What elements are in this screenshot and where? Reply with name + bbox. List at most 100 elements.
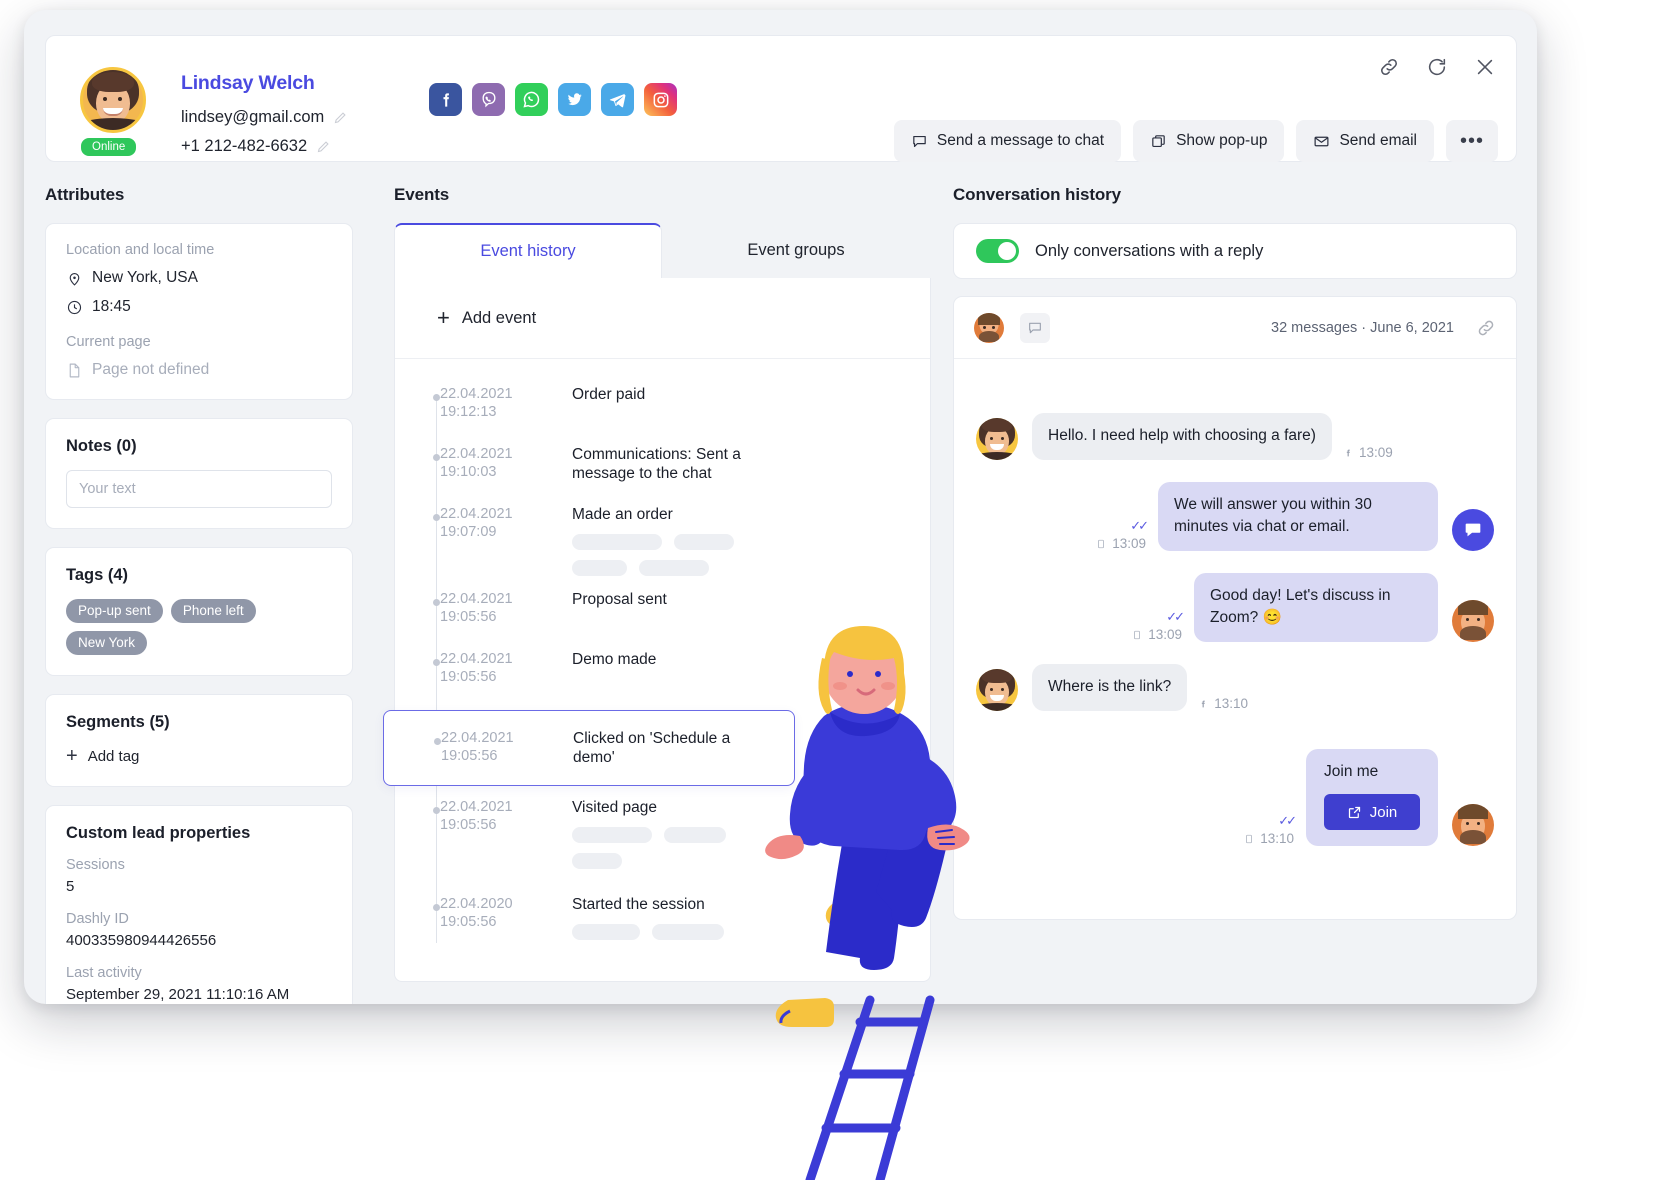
contact-avatar[interactable]: Online	[79, 67, 146, 158]
placeholder-bar	[572, 560, 627, 576]
message-time: 13:10	[1260, 831, 1294, 846]
header-actions: Send a message to chat Show pop-up Send …	[893, 120, 1498, 162]
event-title: Made an order	[572, 506, 673, 523]
join-button[interactable]: Join	[1324, 794, 1420, 830]
tag-chip[interactable]: Pop-up sent	[66, 599, 163, 623]
timeline-dot	[433, 514, 440, 521]
event-title: Demo made	[572, 651, 657, 668]
facebook-icon	[1202, 700, 1206, 707]
screenshot-root: Online Lindsay Welch lindsey@gmail.com +…	[0, 0, 1665, 1184]
message-time: 13:09	[1112, 536, 1146, 551]
placeholder-bar	[572, 924, 640, 940]
tag-chip[interactable]: Phone left	[170, 599, 256, 623]
custom-lead-properties-title: Custom lead properties	[66, 824, 251, 842]
event-title: Communications: Sent a message to the ch…	[572, 446, 741, 482]
tags-title: Tags (4)	[66, 566, 129, 584]
telegram-icon[interactable]	[601, 83, 634, 116]
male-avatar	[1452, 600, 1494, 642]
events-timeline: 22.04.2021 19:12:13 Order paid 22.04.2021…	[383, 359, 930, 981]
placeholder-bar	[639, 560, 709, 576]
event-row[interactable]: 22.04.2021 19:07:09 Made an order	[395, 505, 930, 576]
event-row[interactable]: 22.04.2021 19:12:13 Order paid	[395, 385, 930, 441]
segments-title: Segments (5)	[66, 713, 170, 731]
attributes-column: Attributes Location and local time New Y…	[45, 185, 353, 1004]
custom-lead-properties-card: Custom lead properties Sessions 5 Dashly…	[45, 805, 353, 1004]
only-with-reply-toggle[interactable]	[976, 239, 1019, 263]
timeline-dot	[433, 454, 440, 461]
show-popup-button[interactable]: Show pop-up	[1133, 120, 1285, 162]
add-tag-button[interactable]: + Add tag	[66, 746, 332, 766]
conversation-header: 32 messages · June 6, 2021	[954, 297, 1516, 359]
message-bubble: Hello. I need help with choosing a fare)	[1032, 413, 1332, 460]
chat-bubble-icon	[913, 135, 926, 147]
location-label: Location and local time	[66, 242, 215, 258]
only-with-reply-row: Only conversations with a reply	[953, 223, 1517, 279]
mobile-icon	[1098, 539, 1105, 548]
mobile-icon	[1246, 834, 1253, 843]
show-popup-label: Show pop-up	[1176, 132, 1268, 149]
contact-detail-window: Online Lindsay Welch lindsey@gmail.com +…	[24, 10, 1537, 1004]
add-event-label: Add event	[461, 308, 537, 327]
event-row[interactable]: 22.04.2021 19:10:03 Communications: Sent …	[395, 445, 930, 501]
tab-event-history[interactable]: Event history	[394, 223, 662, 278]
clock-icon	[67, 300, 82, 314]
event-row[interactable]: 22.04.2021 19:05:56 Visited page	[395, 798, 930, 869]
more-actions-button[interactable]: •••	[1445, 120, 1498, 162]
conversation-column: Conversation history Only conversations …	[953, 185, 1517, 920]
event-title: Started the session	[572, 896, 705, 913]
close-icon[interactable]	[1474, 56, 1496, 78]
placeholder-bar	[572, 827, 652, 843]
messages-list: Hello. I need help with choosing a fare)…	[954, 359, 1516, 919]
contact-name[interactable]: Lindsay Welch	[181, 72, 315, 95]
edit-pencil-icon[interactable]	[316, 139, 331, 154]
placeholder-bar	[674, 534, 734, 550]
tag-chip[interactable]: New York	[66, 631, 148, 655]
property-key: Sessions	[66, 857, 125, 873]
placeholder-bar	[572, 853, 622, 869]
twitter-icon[interactable]	[558, 83, 591, 116]
edit-pencil-icon[interactable]	[333, 110, 348, 125]
current-page-row: Page not defined	[66, 361, 332, 379]
timeline-dot	[434, 738, 441, 745]
event-datetime: 22.04.2021 19:05:56	[440, 651, 513, 685]
envelope-icon	[1314, 136, 1329, 146]
timeline-dot	[433, 807, 440, 814]
viber-icon[interactable]	[472, 83, 505, 116]
tags-card: Tags (4) Pop-up sent Phone left New York	[45, 547, 353, 676]
tab-event-groups[interactable]: Event groups	[662, 223, 930, 278]
link-icon[interactable]	[1476, 318, 1496, 338]
event-placeholder-row	[572, 853, 726, 869]
event-row[interactable]: 22.04.2021 19:05:56 Demo made	[395, 650, 930, 706]
event-title: Proposal sent	[572, 591, 667, 608]
send-message-to-chat-label: Send a message to chat	[936, 132, 1105, 149]
notes-card: Notes (0)	[45, 418, 353, 529]
timeline-dot	[433, 394, 440, 401]
agent-avatar	[974, 312, 1004, 343]
location-row: New York, USA	[66, 269, 332, 287]
refresh-icon[interactable]	[1426, 56, 1448, 78]
link-icon[interactable]	[1378, 56, 1400, 78]
join-button-label: Join	[1369, 803, 1398, 821]
event-row-selected[interactable]: 22.04.2021 19:05:56 Clicked on 'Schedule …	[383, 710, 795, 786]
instagram-icon[interactable]	[644, 83, 677, 116]
event-placeholder-row	[572, 560, 734, 576]
whatsapp-icon[interactable]	[515, 83, 548, 116]
message-row: ✓✓ 13:09 We will answer you within 30 mi…	[976, 482, 1494, 551]
send-message-to-chat-button[interactable]: Send a message to chat	[893, 120, 1122, 162]
event-datetime: 22.04.2021 19:07:09	[440, 506, 513, 540]
facebook-icon[interactable]	[429, 83, 462, 116]
add-event-button[interactable]: + Add event	[395, 278, 930, 359]
plus-icon: +	[66, 745, 78, 767]
tags-list: Pop-up sent Phone left New York	[66, 599, 332, 655]
event-row[interactable]: 22.04.2020 19:05:56 Started the session	[395, 895, 930, 951]
location-card: Location and local time New York, USA 18…	[45, 223, 353, 400]
contact-phone: +1 212-482-6632	[181, 137, 308, 155]
property-key: Dashly ID	[66, 911, 129, 927]
send-email-button[interactable]: Send email	[1296, 120, 1434, 162]
bot-avatar	[1452, 509, 1494, 551]
event-row[interactable]: 22.04.2021 19:05:56 Proposal sent	[395, 590, 930, 646]
local-time-value: 18:45	[92, 298, 131, 315]
timeline-dot	[433, 659, 440, 666]
property-value: September 29, 2021 11:10:16 AM	[66, 986, 290, 1003]
notes-input[interactable]	[66, 470, 332, 508]
